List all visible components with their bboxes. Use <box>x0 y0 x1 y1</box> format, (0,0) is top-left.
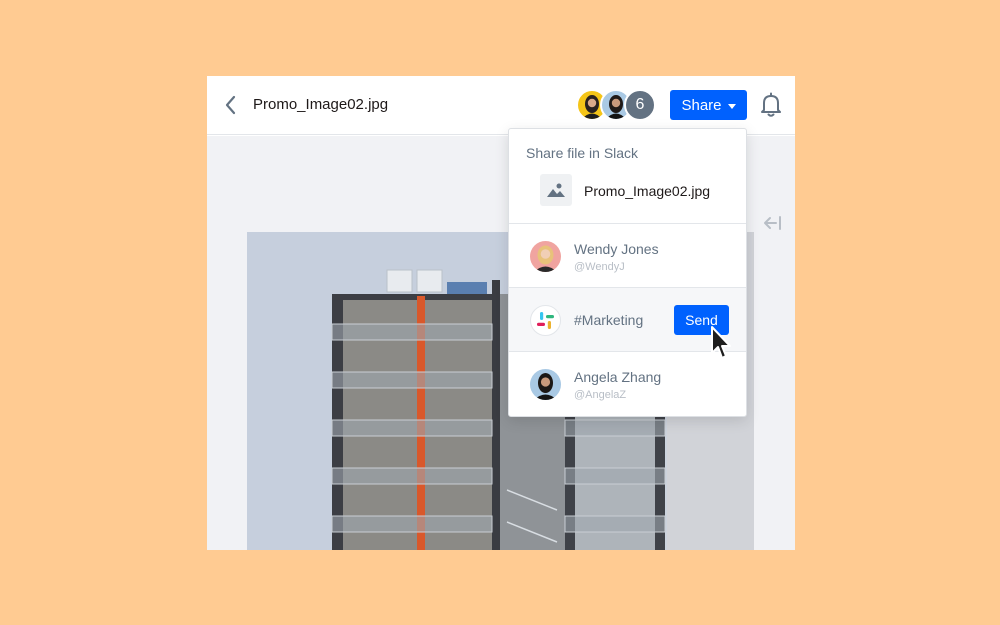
file-title: Promo_Image02.jpg <box>253 96 389 113</box>
slack-logo-icon <box>530 305 561 336</box>
recipient-name: Angela Zhang <box>574 369 662 385</box>
recipient-row[interactable]: Wendy Jones @WendyJ <box>509 223 746 287</box>
share-button-label: Share <box>681 96 722 114</box>
popover-title: Share file in Slack <box>526 145 639 161</box>
top-bar: Promo_Image02.jpg 6 Share <box>207 76 795 135</box>
recipient-handle: @WendyJ <box>574 261 625 273</box>
chevron-down-icon <box>727 103 736 109</box>
share-popover: Share file in Slack Promo_Image02.jpg We… <box>508 128 747 417</box>
share-button[interactable]: Share <box>670 90 747 120</box>
mouse-pointer-icon <box>711 326 731 359</box>
back-arrow-icon[interactable] <box>221 93 241 117</box>
recipient-name: Wendy Jones <box>574 241 659 257</box>
recipient-handle: @AngelaZ <box>574 389 627 401</box>
channel-name: #Marketing <box>574 312 644 328</box>
avatar <box>530 241 561 272</box>
avatar <box>530 369 561 400</box>
more-collaborators-count[interactable]: 6 <box>624 89 656 121</box>
bell-icon[interactable] <box>759 92 783 118</box>
image-file-icon <box>540 174 572 206</box>
shared-file-name: Promo_Image02.jpg <box>584 183 711 199</box>
collapse-panel-icon[interactable] <box>762 216 782 230</box>
